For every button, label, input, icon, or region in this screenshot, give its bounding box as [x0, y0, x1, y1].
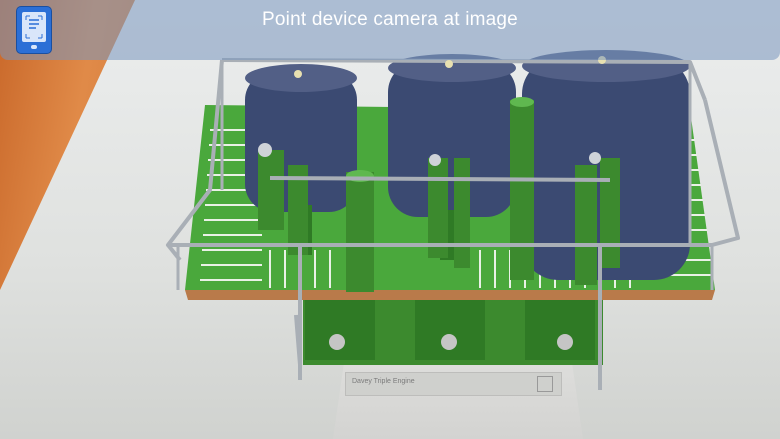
ar-camera-view: Davey Triple Engine	[0, 0, 780, 439]
phone-scan-button[interactable]	[17, 7, 51, 53]
banner-instruction: Point device camera at image	[262, 9, 518, 30]
phone-home-indicator	[31, 45, 37, 49]
engine-model[interactable]	[0, 0, 780, 439]
top-banner: Point device camera at image	[0, 0, 780, 60]
lower-frame	[303, 295, 603, 365]
phone-scan-icon	[22, 12, 46, 42]
